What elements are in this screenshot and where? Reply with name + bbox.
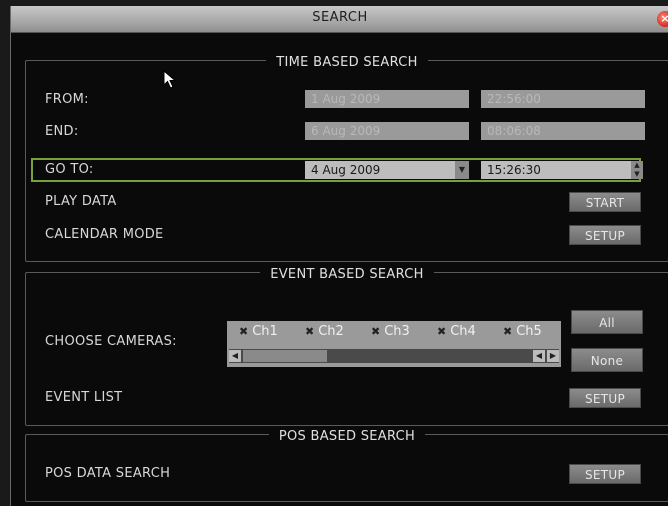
pos-search-heading: POS BASED SEARCH — [268, 429, 426, 444]
calendar-mode-label: CALENDAR MODE — [45, 227, 164, 242]
goto-label: GO TO: — [45, 162, 94, 177]
choose-cameras-label: CHOOSE CAMERAS: — [45, 334, 177, 349]
camera-scrollbar[interactable]: ◀ ◀ ▶ — [229, 349, 559, 363]
end-time-field: 08:06:08 — [481, 122, 645, 140]
scroll-left-small-icon[interactable]: ◀ — [533, 350, 545, 362]
calendar-setup-button[interactable]: SETUP — [569, 225, 641, 245]
dialog-title: SEARCH — [312, 10, 368, 25]
no-cameras-button[interactable]: None — [571, 348, 643, 372]
time-search-heading: TIME BASED SEARCH — [266, 55, 428, 70]
search-dialog: SEARCH × TIME BASED SEARCH FROM: 1 Aug 2… — [10, 6, 668, 506]
end-label: END: — [45, 124, 79, 139]
check-icon: ✖ — [503, 325, 513, 338]
goto-date-value: 4 Aug 2009 — [311, 163, 381, 177]
pos-data-search-label: POS DATA SEARCH — [45, 466, 171, 481]
check-icon: ✖ — [371, 325, 381, 338]
play-data-label: PLAY DATA — [45, 194, 117, 209]
scroll-right-icon[interactable]: ▶ — [547, 350, 559, 362]
from-time-field: 22:56:00 — [481, 90, 645, 108]
end-date-field: 6 Aug 2009 — [305, 122, 469, 140]
check-icon: ✖ — [437, 325, 447, 338]
camera-list: ✖ Ch1 ✖ Ch2 ✖ Ch3 ✖ Ch4 ✖ Ch5 ◀ ◀ ▶ — [227, 321, 561, 367]
check-icon: ✖ — [239, 325, 249, 338]
goto-date-select[interactable]: 4 Aug 2009 ▼ — [305, 161, 469, 179]
from-date-field: 1 Aug 2009 — [305, 90, 469, 108]
start-button[interactable]: START — [569, 192, 641, 212]
event-search-heading: EVENT BASED SEARCH — [260, 267, 434, 282]
check-icon: ✖ — [305, 325, 315, 338]
from-label: FROM: — [45, 92, 89, 107]
close-icon[interactable]: × — [657, 11, 668, 27]
spinner-arrows-icon[interactable]: ▲ ▼ — [631, 161, 643, 179]
event-list-setup-button[interactable]: SETUP — [569, 388, 641, 408]
goto-time-value: 15:26:30 — [487, 163, 541, 177]
camera-ch3[interactable]: ✖ Ch3 — [371, 324, 410, 339]
scrollbar-thumb[interactable] — [243, 350, 327, 362]
scroll-left-icon[interactable]: ◀ — [229, 350, 241, 362]
chevron-down-icon[interactable]: ▼ — [455, 161, 469, 179]
pos-setup-button[interactable]: SETUP — [569, 464, 641, 484]
goto-time-spinner[interactable]: 15:26:30 ▲ ▼ — [481, 161, 643, 179]
mouse-pointer-icon — [163, 70, 177, 89]
event-list-label: EVENT LIST — [45, 390, 123, 405]
camera-ch4[interactable]: ✖ Ch4 — [437, 324, 476, 339]
camera-ch1[interactable]: ✖ Ch1 — [239, 324, 278, 339]
title-bar: SEARCH × — [11, 6, 668, 33]
camera-ch2[interactable]: ✖ Ch2 — [305, 324, 344, 339]
all-cameras-button[interactable]: All — [571, 310, 643, 334]
camera-ch5[interactable]: ✖ Ch5 — [503, 324, 542, 339]
